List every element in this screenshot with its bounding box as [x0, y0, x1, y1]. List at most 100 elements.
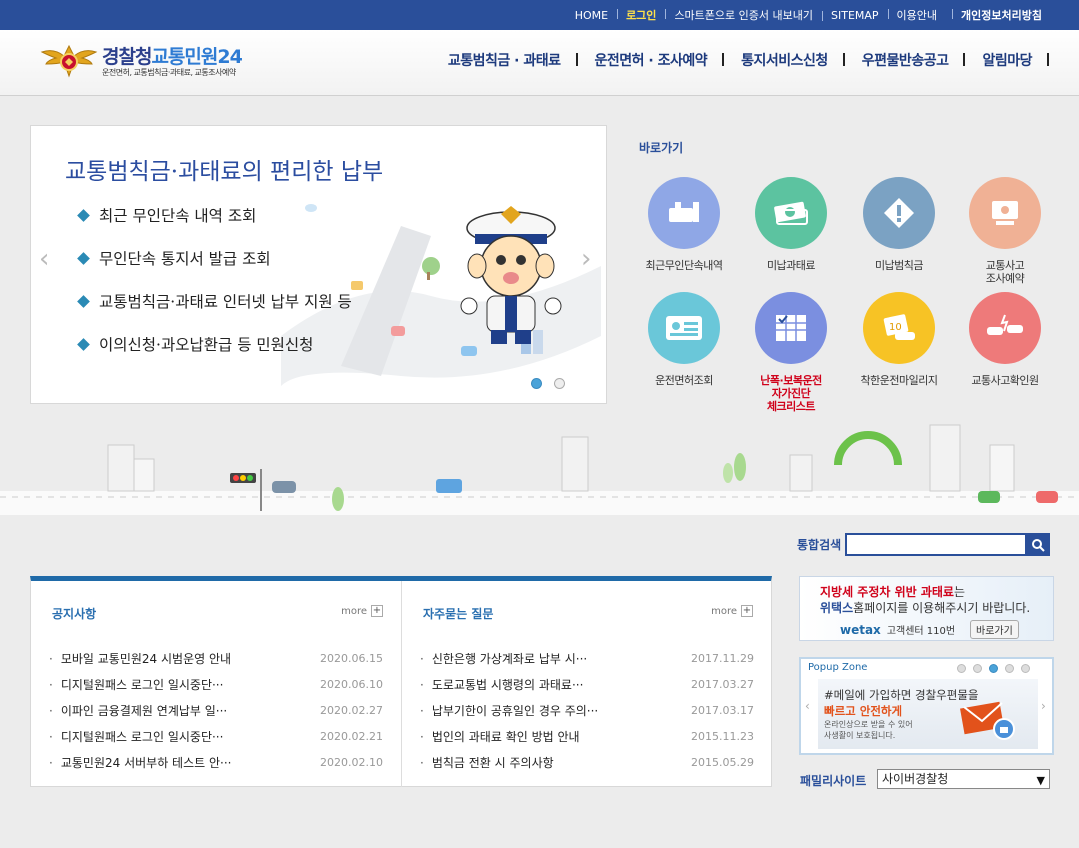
notice-board: 공지사항 more+ 모바일 교통민원24 시범운영 안내2020.06.15 …	[31, 581, 401, 787]
license-icon	[666, 316, 702, 340]
list-item[interactable]: 디지털원패스 로그인 일시중단···2020.02.21	[49, 723, 383, 749]
main-banner-slider: 교통범칙금·과태료의 편리한 납부 최근 무인단속 내역 조회 무인단속 통지서…	[30, 125, 607, 404]
wetax-logo: wetax	[840, 623, 881, 637]
login-link[interactable]: 로그인	[617, 7, 665, 23]
usage-guide-link[interactable]: 이용안내	[887, 7, 946, 23]
list-item[interactable]: 교통민원24 서버부하 테스트 안···2020.02.10	[49, 749, 383, 775]
search-icon	[1032, 538, 1045, 552]
slider-feature-list: 최근 무인단속 내역 조회 무인단속 통지서 발급 조회 교통범칙금·과태료 인…	[77, 204, 352, 376]
diamond-bullet-icon	[77, 337, 90, 351]
popup-dot-1[interactable]	[957, 664, 966, 673]
quick-links-title: 바로가기	[639, 141, 684, 155]
money-icon	[774, 201, 808, 225]
mileage-icon: 10	[883, 314, 915, 340]
list-item[interactable]: 이파인 금융결제원 연계납부 일···2020.02.27	[49, 697, 383, 723]
faq-board: 자주묻는 질문 more+ 신한은행 가상계좌로 납부 시···2017.11.…	[401, 581, 771, 787]
popup-zone: Popup Zone ‹ › #메일에 가입하면 경찰우편물을 빠르고 안전하게…	[799, 657, 1054, 755]
main-navigation: 교통범칙금 · 과태료 운전면허 · 조사예약 통지서비스신청 우편물반송공고 …	[431, 50, 1049, 70]
svg-text:10: 10	[889, 322, 902, 333]
privacy-policy-link[interactable]: 개인정보처리방침	[952, 7, 1051, 23]
list-item[interactable]: 도로교통법 시행령의 과태료···2017.03.27	[420, 671, 754, 697]
wetax-banner[interactable]: 지방세 주정차 위반 과태료는 위택스홈페이지를 이용해주시기 바랍니다. we…	[799, 576, 1054, 641]
boards-panel: 공지사항 more+ 모바일 교통민원24 시범운영 안내2020.06.15 …	[30, 576, 772, 787]
search-input[interactable]	[845, 533, 1027, 556]
site-logo[interactable]: 경찰청교통민원24 운전면허, 교통범칙금·과태료, 교통조사예약	[40, 40, 280, 86]
quick-accident-reservation[interactable]: 교통사고 조사예약	[955, 177, 1055, 285]
family-site-label: 패밀리사이트	[800, 774, 867, 788]
quick-license-inquiry[interactable]: 운전면허조회	[634, 292, 734, 387]
wetax-line1: 지방세 주정차 위반 과태료는	[820, 585, 966, 599]
popup-prev-icon[interactable]: ‹	[805, 699, 810, 713]
list-item[interactable]: 납부기한이 공휴일인 경우 주의···2017.03.17	[420, 697, 754, 723]
export-cert-link[interactable]: 스마트폰으로 인증서 내보내기	[665, 7, 822, 23]
list-item[interactable]: 모바일 교통민원24 시범운영 안내2020.06.15	[49, 645, 383, 671]
nav-returned-mail[interactable]: 우편물반송공고	[845, 50, 966, 70]
secure-mail-icon	[960, 701, 1015, 740]
slider-pagination	[531, 378, 577, 389]
plus-icon: +	[741, 605, 753, 617]
logo-title: 경찰청교통민원24	[102, 46, 243, 68]
slider-dot-1[interactable]	[531, 378, 542, 389]
notice-list: 모바일 교통민원24 시범운영 안내2020.06.15 디지털원패스 로그인 …	[49, 645, 383, 775]
accident-icon	[987, 314, 1023, 335]
home-link[interactable]: HOME	[566, 9, 617, 22]
monitor-icon	[992, 201, 1018, 225]
slider-feature-item[interactable]: 무인단속 통지서 발급 조회	[77, 247, 352, 269]
popup-banner[interactable]: #메일에 가입하면 경찰우편물을 빠르고 안전하게 온라인상으로 받을 수 있어…	[818, 679, 1038, 749]
popup-dot-4[interactable]	[1005, 664, 1014, 673]
quick-unpaid-fine[interactable]: 미납과태료	[741, 177, 841, 272]
popup-zone-title: Popup Zone	[808, 662, 868, 673]
popup-dot-5[interactable]	[1021, 664, 1030, 673]
notice-more-button[interactable]: more +	[341, 605, 383, 617]
notice-title: 공지사항	[52, 607, 97, 621]
utility-links: HOME 로그인 스마트폰으로 인증서 내보내기 SITEMAP 이용안내 개인…	[566, 0, 1051, 30]
slider-prev-icon[interactable]: ‹	[39, 244, 49, 274]
list-item[interactable]: 신한은행 가상계좌로 납부 시···2017.11.29	[420, 645, 754, 671]
popup-dot-3[interactable]	[989, 664, 998, 673]
wetax-contact: wetax 고객센터 110번	[840, 623, 956, 637]
slider-dot-2[interactable]	[554, 378, 565, 389]
site-header: 경찰청교통민원24 운전면허, 교통범칙금·과태료, 교통조사예약 교통범칙금 …	[0, 30, 1079, 96]
nav-notification-service[interactable]: 통지서비스신청	[724, 50, 845, 70]
nav-notice-board[interactable]: 알림마당	[965, 50, 1049, 70]
plus-icon: +	[371, 605, 383, 617]
list-item[interactable]: 법인의 과태료 확인 방법 안내2015.11.23	[420, 723, 754, 749]
diamond-bullet-icon	[77, 294, 90, 308]
popup-pagination	[950, 664, 1030, 673]
wetax-go-button[interactable]: 바로가기	[970, 620, 1019, 639]
wetax-line2: 위택스홈페이지를 이용해주시기 바랍니다.	[820, 601, 1031, 615]
nav-license-reservation[interactable]: 운전면허 · 조사예약	[578, 50, 725, 70]
police-emblem-icon	[40, 44, 98, 78]
sitemap-link[interactable]: SITEMAP	[822, 9, 888, 22]
quick-reckless-driving-checklist[interactable]: 난폭·보복운전 자가진단 체크리스트	[741, 292, 841, 413]
list-item[interactable]: 범칙금 전환 시 주의사항2015.05.29	[420, 749, 754, 775]
slider-feature-item[interactable]: 이의신청·과오납환급 등 민원신청	[77, 333, 352, 355]
police-mascot-icon	[460, 206, 562, 344]
search-label: 통합검색	[797, 538, 842, 552]
slider-title: 교통범칙금·과태료의 편리한 납부	[65, 159, 384, 185]
checklist-icon	[776, 315, 806, 341]
warning-icon	[884, 198, 914, 228]
list-item[interactable]: 디지털원패스 로그인 일시중단···2020.06.10	[49, 671, 383, 697]
faq-more-button[interactable]: more +	[711, 605, 753, 617]
quick-accident-certificate[interactable]: 교통사고확인원	[955, 292, 1055, 387]
slider-next-icon[interactable]: ›	[581, 244, 591, 274]
camera-icon	[669, 202, 699, 222]
slider-feature-item[interactable]: 최근 무인단속 내역 조회	[77, 204, 352, 226]
city-skyline-illustration	[0, 424, 1079, 515]
family-site-select[interactable]: 사이버경찰청 ▼	[877, 769, 1050, 789]
quick-unpaid-penalty[interactable]: 미납범칙금	[849, 177, 949, 272]
diamond-bullet-icon	[77, 251, 90, 265]
logo-subtitle: 운전면허, 교통범칙금·과태료, 교통조사예약	[102, 68, 236, 77]
nav-fines[interactable]: 교통범칙금 · 과태료	[431, 50, 578, 70]
popup-next-icon[interactable]: ›	[1041, 699, 1046, 713]
quick-safe-driving-mileage[interactable]: 10 착한운전마일리지	[849, 292, 949, 387]
slider-feature-item[interactable]: 교통범칙금·과태료 인터넷 납부 지원 등	[77, 290, 352, 312]
chevron-down-icon: ▼	[1036, 774, 1045, 787]
faq-list: 신한은행 가상계좌로 납부 시···2017.11.29 도로교통법 시행령의 …	[420, 645, 754, 775]
search-button[interactable]	[1026, 533, 1050, 556]
quick-recent-enforcement[interactable]: 최근무인단속내역	[634, 177, 734, 272]
diamond-bullet-icon	[77, 208, 90, 222]
popup-dot-2[interactable]	[973, 664, 982, 673]
faq-title: 자주묻는 질문	[423, 607, 494, 621]
